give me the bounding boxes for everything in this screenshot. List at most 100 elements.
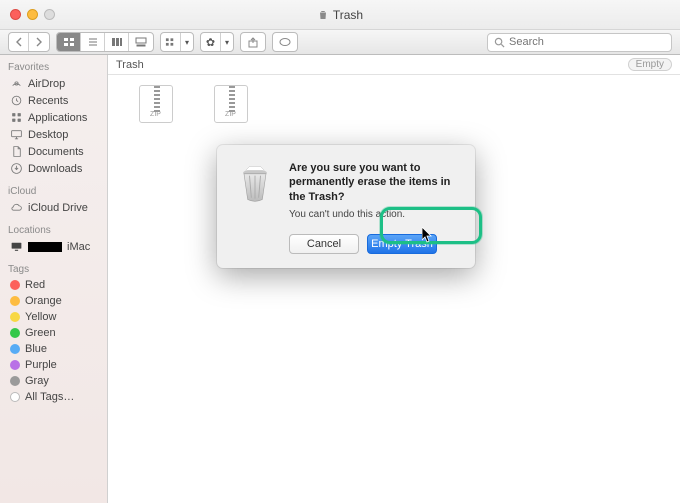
documents-icon bbox=[10, 145, 23, 158]
share-icon bbox=[248, 37, 258, 48]
file-item[interactable]: ZIP bbox=[128, 85, 183, 125]
sidebar-item-desktop[interactable]: Desktop bbox=[0, 126, 107, 143]
sidebar-all-tags[interactable]: All Tags… bbox=[0, 389, 107, 405]
column-view-button[interactable] bbox=[105, 33, 129, 51]
sidebar-item-label: Red bbox=[25, 279, 45, 291]
trash-icon bbox=[317, 9, 329, 21]
sidebar-item-label: Recents bbox=[28, 95, 68, 107]
cloud-icon bbox=[10, 201, 23, 214]
list-icon bbox=[87, 37, 99, 47]
cancel-button[interactable]: Cancel bbox=[289, 234, 359, 254]
sidebar-item-label: Orange bbox=[25, 295, 62, 307]
sidebar-item-applications[interactable]: Applications bbox=[0, 109, 107, 126]
sidebar-item-label: iMac bbox=[67, 241, 90, 253]
gear-icon: ✿ bbox=[206, 36, 215, 49]
titlebar: Trash bbox=[0, 0, 680, 30]
tag-dot bbox=[10, 296, 20, 306]
sidebar-item-label: AirDrop bbox=[28, 78, 65, 90]
empty-trash-button[interactable]: Empty Trash bbox=[367, 234, 437, 254]
chevron-down-icon: ▾ bbox=[225, 38, 229, 47]
sidebar-tag-blue[interactable]: Blue bbox=[0, 341, 107, 357]
sidebar-item-downloads[interactable]: Downloads bbox=[0, 160, 107, 177]
empty-trash-pill[interactable]: Empty bbox=[628, 58, 672, 71]
tag-icon bbox=[279, 37, 291, 47]
sidebar-item-airdrop[interactable]: AirDrop bbox=[0, 75, 107, 92]
tag-dot bbox=[10, 360, 20, 370]
tag-dot bbox=[10, 376, 20, 386]
search-icon bbox=[494, 37, 505, 48]
content-pane: Trash Empty ZIP ZIP bbox=[108, 55, 680, 503]
sidebar-tag-gray[interactable]: Gray bbox=[0, 373, 107, 389]
sidebar-tag-red[interactable]: Red bbox=[0, 277, 107, 293]
grid-small-icon bbox=[165, 37, 176, 47]
file-item[interactable]: ZIP bbox=[203, 85, 258, 125]
window-body: Favorites AirDrop Recents Applications D… bbox=[0, 55, 680, 503]
sidebar-item-label: Purple bbox=[25, 359, 57, 371]
trash-dialog-icon bbox=[233, 161, 277, 205]
sidebar: Favorites AirDrop Recents Applications D… bbox=[0, 55, 108, 503]
path-location: Trash bbox=[116, 59, 144, 71]
toolbar: ▾ ✿ ▾ bbox=[0, 30, 680, 55]
confirm-empty-trash-dialog: Are you sure you want to permanently era… bbox=[217, 145, 475, 268]
airdrop-icon bbox=[10, 77, 23, 90]
sidebar-item-imac[interactable]: iMac bbox=[0, 238, 107, 255]
sidebar-item-documents[interactable]: Documents bbox=[0, 143, 107, 160]
sidebar-item-label: All Tags… bbox=[25, 391, 74, 403]
window-title-text: Trash bbox=[333, 8, 363, 22]
sidebar-item-label: Yellow bbox=[25, 311, 56, 323]
display-icon bbox=[10, 240, 23, 253]
file-list: ZIP ZIP bbox=[108, 85, 258, 125]
nav-buttons bbox=[8, 32, 50, 52]
sidebar-item-label: iCloud Drive bbox=[28, 202, 88, 214]
desktop-icon bbox=[10, 128, 23, 141]
sidebar-item-label: Applications bbox=[28, 112, 87, 124]
tag-dot bbox=[10, 280, 20, 290]
sidebar-item-label: Blue bbox=[25, 343, 47, 355]
search-input[interactable] bbox=[509, 36, 665, 48]
sidebar-item-label: Green bbox=[25, 327, 56, 339]
sidebar-heading-locations: Locations bbox=[0, 222, 107, 238]
chevron-left-icon bbox=[15, 37, 22, 47]
arrange-dropdown[interactable]: ▾ bbox=[160, 32, 194, 52]
list-view-button[interactable] bbox=[81, 33, 105, 51]
sidebar-item-icloud-drive[interactable]: iCloud Drive bbox=[0, 199, 107, 216]
finder-window: Trash ▾ bbox=[0, 0, 680, 503]
sidebar-heading-tags: Tags bbox=[0, 261, 107, 277]
downloads-icon bbox=[10, 162, 23, 175]
tags-button[interactable] bbox=[273, 33, 297, 51]
icon-view-button[interactable] bbox=[57, 33, 81, 51]
redacted-text bbox=[28, 242, 62, 252]
gallery-view-button[interactable] bbox=[129, 33, 153, 51]
sidebar-item-label: Gray bbox=[25, 375, 49, 387]
view-mode-segmented bbox=[56, 32, 154, 52]
sidebar-item-label: Downloads bbox=[28, 163, 82, 175]
sidebar-tag-orange[interactable]: Orange bbox=[0, 293, 107, 309]
sidebar-tag-yellow[interactable]: Yellow bbox=[0, 309, 107, 325]
sidebar-tag-green[interactable]: Green bbox=[0, 325, 107, 341]
dialog-message: You can't undo this action. bbox=[289, 209, 459, 220]
gallery-icon bbox=[135, 37, 147, 47]
back-button[interactable] bbox=[9, 33, 29, 51]
grid-icon bbox=[63, 37, 75, 47]
sidebar-item-label: Documents bbox=[28, 146, 84, 158]
sidebar-item-label: Desktop bbox=[28, 129, 68, 141]
zip-file-icon: ZIP bbox=[133, 85, 179, 125]
sidebar-heading-favorites: Favorites bbox=[0, 59, 107, 75]
share-button[interactable] bbox=[241, 33, 265, 51]
tag-dot bbox=[10, 344, 20, 354]
sidebar-heading-icloud: iCloud bbox=[0, 183, 107, 199]
sidebar-item-recents[interactable]: Recents bbox=[0, 92, 107, 109]
applications-icon bbox=[10, 111, 23, 124]
chevron-down-icon: ▾ bbox=[185, 38, 189, 47]
columns-icon bbox=[111, 37, 123, 47]
tag-dot bbox=[10, 328, 20, 338]
sidebar-tag-purple[interactable]: Purple bbox=[0, 357, 107, 373]
chevron-right-icon bbox=[36, 37, 43, 47]
path-bar: Trash Empty bbox=[108, 55, 680, 75]
action-dropdown[interactable]: ✿ ▾ bbox=[200, 32, 234, 52]
search-field[interactable] bbox=[487, 33, 672, 52]
tag-dot bbox=[10, 312, 20, 322]
dialog-title: Are you sure you want to permanently era… bbox=[289, 161, 459, 204]
zip-file-icon: ZIP bbox=[208, 85, 254, 125]
forward-button[interactable] bbox=[29, 33, 49, 51]
